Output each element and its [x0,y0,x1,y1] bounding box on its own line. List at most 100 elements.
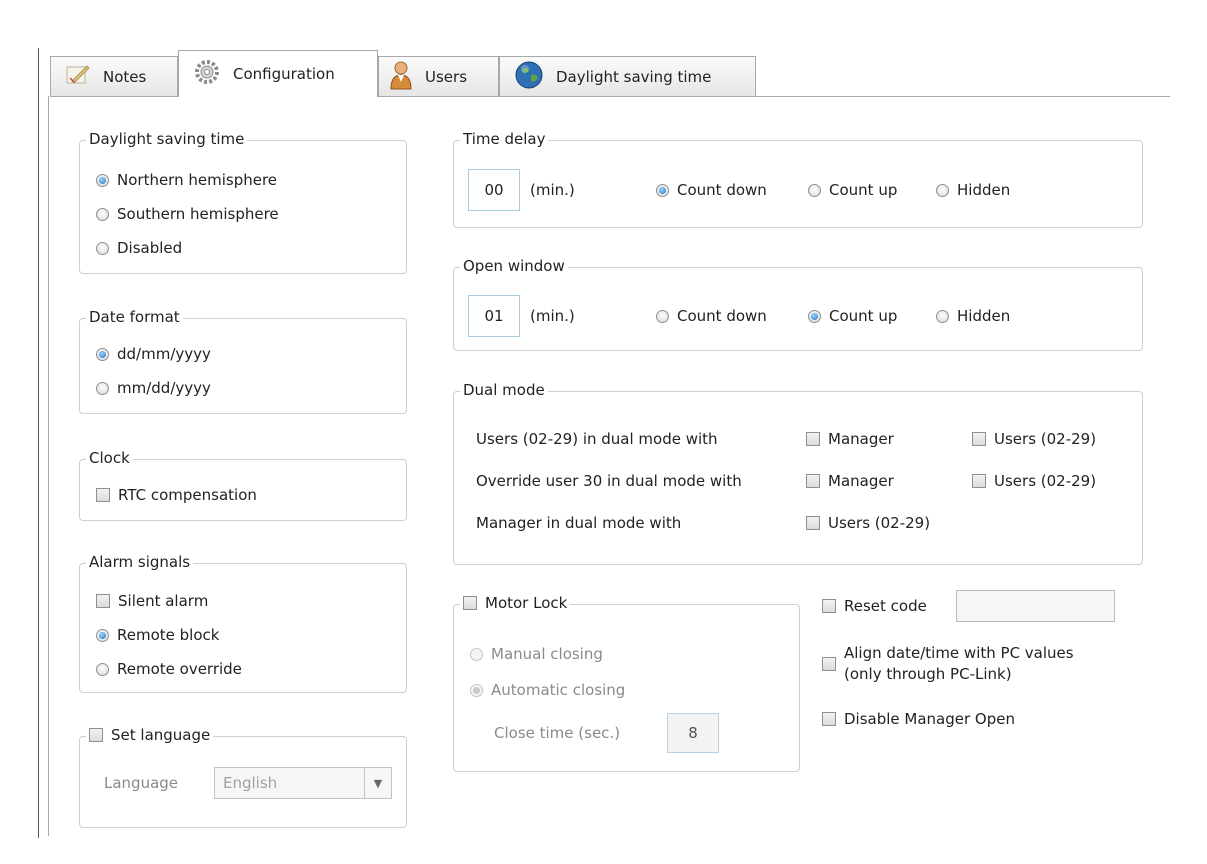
daylight-disabled-label: Disabled [117,239,183,257]
time-delay-count-down-label: Count down [677,181,767,199]
tab-configuration-label: Configuration [233,65,335,83]
chevron-down-icon[interactable]: ▼ [364,768,391,798]
northern-hemisphere-label: Northern hemisphere [117,171,278,189]
radio-indicator[interactable] [936,183,949,197]
set-language-checkbox[interactable]: Set language [86,726,214,744]
remote-override-radio[interactable]: Remote override [96,660,242,678]
close-time-input[interactable]: 8 [667,713,719,753]
radio-indicator[interactable] [470,647,483,661]
radio-indicator[interactable] [808,309,821,323]
time-delay-count-down-radio[interactable]: Count down [656,181,767,199]
radio-indicator[interactable] [656,183,669,197]
open-window-title: Open window [460,257,568,275]
checkbox-box[interactable] [822,657,836,671]
tab-users-label: Users [425,67,468,86]
open-window-count-down-radio[interactable]: Count down [656,307,767,325]
time-delay-count-up-label: Count up [829,181,898,199]
rtc-compensation-checkbox[interactable]: RTC compensation [96,486,257,504]
reset-code-checkbox[interactable]: Reset code [822,597,927,615]
time-delay-title: Time delay [460,130,549,148]
alarm-signals-title: Alarm signals [86,553,194,571]
checkbox-box[interactable] [822,599,836,613]
date-format-ddmm-label: dd/mm/yyyy [117,345,211,363]
daylight-disabled-radio[interactable]: Disabled [96,239,182,257]
disable-manager-open-label: Disable Manager Open [844,710,1015,728]
checkbox-box[interactable] [89,728,103,742]
tab-daylight-label: Daylight saving time [556,67,712,86]
automatic-closing-radio[interactable]: Automatic closing [470,681,625,699]
automatic-closing-label: Automatic closing [491,681,626,699]
time-delay-input[interactable]: 00 [468,169,520,211]
open-window-input[interactable]: 01 [468,295,520,337]
radio-indicator[interactable] [96,207,109,221]
reset-code-label: Reset code [844,597,927,615]
radio-indicator[interactable] [96,662,109,676]
manual-closing-radio[interactable]: Manual closing [470,645,603,663]
checkbox-box[interactable] [806,474,820,488]
time-delay-hidden-radio[interactable]: Hidden [936,181,1010,199]
tab-users[interactable]: Users [378,56,499,96]
row1-manager-checkbox[interactable]: Manager [806,430,894,448]
radio-indicator[interactable] [96,347,109,361]
dual-mode-group: Dual mode Users (02-29) in dual mode wit… [453,381,1143,565]
checkbox-box[interactable] [806,516,820,530]
row3-users-checkbox[interactable]: Users (02-29) [806,514,930,532]
open-window-count-up-radio[interactable]: Count up [808,307,897,325]
daylight-group-title: Daylight saving time [86,130,248,148]
reset-code-input[interactable] [956,590,1115,622]
tab-notes[interactable]: Notes [50,56,178,96]
checkbox-box[interactable] [972,474,986,488]
clock-title: Clock [86,449,133,467]
motor-lock-label: Motor Lock [485,594,568,612]
open-window-unit: (min.) [530,307,575,325]
checkbox-box[interactable] [96,594,110,608]
radio-indicator[interactable] [96,241,109,255]
motor-lock-group: Motor Lock Manual closing Automatic clos… [453,594,800,772]
tab-daylight-saving[interactable]: Daylight saving time [499,56,756,96]
radio-indicator[interactable] [96,628,109,642]
radio-indicator[interactable] [808,183,821,197]
dual-mode-row1-label: Users (02-29) in dual mode with [476,430,718,448]
date-format-mmdd-radio[interactable]: mm/dd/yyyy [96,379,211,397]
row2-users-checkbox[interactable]: Users (02-29) [972,472,1096,490]
align-datetime-checkbox[interactable]: Align date/time with PC values (only thr… [822,643,1074,685]
radio-indicator[interactable] [470,683,483,697]
radio-indicator[interactable] [96,381,109,395]
row1-users-checkbox[interactable]: Users (02-29) [972,430,1096,448]
northern-hemisphere-radio[interactable]: Northern hemisphere [96,171,277,189]
row1-manager-label: Manager [828,430,894,448]
checkbox-box[interactable] [96,488,110,502]
checkbox-box[interactable] [822,712,836,726]
language-select-value: English [223,774,278,792]
silent-alarm-checkbox[interactable]: Silent alarm [96,592,208,610]
window-left-edge [38,48,39,838]
southern-hemisphere-radio[interactable]: Southern hemisphere [96,205,279,223]
tab-configuration[interactable]: Configuration [178,50,378,97]
date-format-ddmm-radio[interactable]: dd/mm/yyyy [96,345,211,363]
time-delay-count-up-radio[interactable]: Count up [808,181,897,199]
checkbox-box[interactable] [806,432,820,446]
user-icon [389,60,413,94]
checkbox-box[interactable] [463,596,477,610]
row2-manager-label: Manager [828,472,894,490]
row1-users-label: Users (02-29) [994,430,1097,448]
gear-icon [193,58,221,90]
align-datetime-label-1: Align date/time with PC values [844,644,1074,662]
remote-block-label: Remote block [117,626,220,644]
row2-manager-checkbox[interactable]: Manager [806,472,894,490]
remote-block-radio[interactable]: Remote block [96,626,219,644]
set-language-group: Set language Language English ▼ [79,726,407,828]
motor-lock-checkbox[interactable]: Motor Lock [460,594,571,612]
open-window-group: Open window 01 (min.) Count down Count u… [453,257,1143,351]
row3-users-label: Users (02-29) [828,514,931,532]
radio-indicator[interactable] [96,173,109,187]
close-time-label: Close time (sec.) [494,724,621,742]
radio-indicator[interactable] [656,309,669,323]
disable-manager-open-checkbox[interactable]: Disable Manager Open [822,710,1015,728]
remote-override-label: Remote override [117,660,242,678]
language-select[interactable]: English ▼ [214,767,392,799]
alarm-signals-group: Alarm signals Silent alarm Remote block … [79,553,407,693]
radio-indicator[interactable] [936,309,949,323]
checkbox-box[interactable] [972,432,986,446]
open-window-hidden-radio[interactable]: Hidden [936,307,1010,325]
